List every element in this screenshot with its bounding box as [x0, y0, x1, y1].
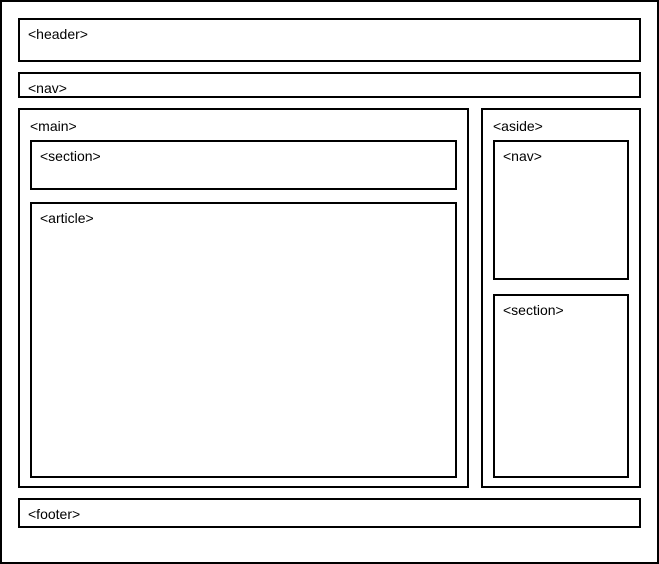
main-section-label: <section> [40, 148, 101, 164]
main-section-region: <section> [30, 140, 457, 190]
footer-label: <footer> [28, 506, 80, 522]
aside-section-label: <section> [503, 302, 564, 318]
header-label: <header> [28, 26, 88, 42]
main-article-label: <article> [40, 210, 94, 226]
aside-nav-label: <nav> [503, 148, 542, 164]
nav-top-region: <nav> [18, 72, 641, 98]
main-label: <main> [30, 118, 457, 134]
aside-label: <aside> [493, 118, 629, 134]
main-region: <main> <section> <article> [18, 108, 469, 488]
nav-top-label: <nav> [28, 80, 67, 96]
main-article-region: <article> [30, 202, 457, 478]
middle-row: <main> <section> <article> <aside> <nav>… [18, 108, 641, 488]
footer-region: <footer> [18, 498, 641, 528]
aside-region: <aside> <nav> <section> [481, 108, 641, 488]
aside-nav-region: <nav> [493, 140, 629, 280]
page-layout-diagram: <header> <nav> <main> <section> <article… [0, 0, 659, 564]
aside-section-region: <section> [493, 294, 629, 478]
header-region: <header> [18, 18, 641, 62]
